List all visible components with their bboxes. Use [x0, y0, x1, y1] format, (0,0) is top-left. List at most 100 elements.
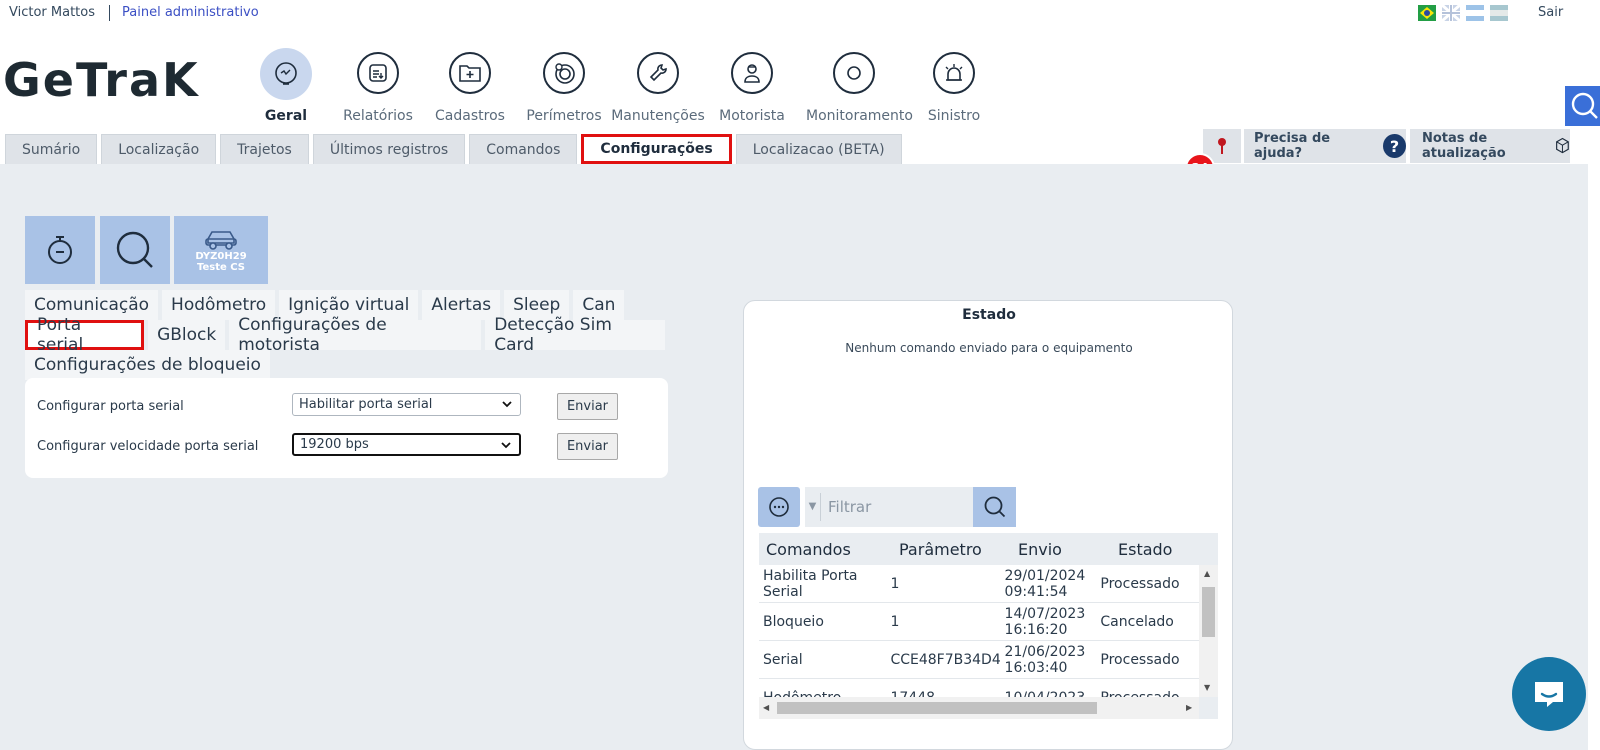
nav-label: Geral — [264, 108, 308, 124]
config-label: Configurar porta serial — [37, 399, 184, 414]
flag-brazil-icon[interactable] — [1418, 5, 1436, 21]
help-label: Precisa de ajuda? — [1254, 131, 1331, 161]
scroll-right-icon[interactable]: ▶ — [1186, 703, 1192, 712]
status-message: Nenhum comando enviado para o equipament… — [845, 341, 1133, 355]
select-value: Habilitar porta serial — [299, 397, 433, 412]
send-button[interactable]: Enviar — [557, 433, 618, 460]
nav-geral[interactable]: Geral — [238, 48, 334, 124]
tab-configuracoes-motorista[interactable]: Configurações de motorista — [229, 315, 482, 355]
table-row[interactable]: Bloqueio 1 14/07/2023 16:16:20 Cancelado — [759, 603, 1199, 641]
config-label: Configurar velocidade porta serial — [37, 439, 259, 454]
table-row[interactable]: Serial CCE48F7B34D4 21/06/2023 16:03:40 … — [759, 641, 1199, 679]
package-icon — [1556, 137, 1569, 154]
cell-comando: Habilita Porta Serial — [763, 567, 858, 600]
cell-estado: Processado — [1100, 651, 1180, 668]
nav-monitoramento[interactable]: Monitoramento — [806, 48, 913, 124]
commands-table: Comandos Parâmetro Envio Estado Habilita… — [759, 533, 1218, 719]
flag-uk-icon[interactable] — [1442, 5, 1460, 21]
nav-cadastros[interactable]: Cadastros — [422, 48, 518, 124]
folder-plus-icon — [449, 52, 491, 94]
vehicle-button[interactable]: DYZ0H29 Teste CS — [174, 216, 268, 284]
side-search-button[interactable] — [1565, 86, 1600, 126]
options-button[interactable] — [758, 487, 800, 527]
filter-caret-icon[interactable]: ▼ — [805, 493, 821, 521]
top-separator — [109, 5, 110, 21]
column-header[interactable]: Envio — [1011, 533, 1111, 565]
help-tab[interactable]: Precisa de ajuda? ? — [1244, 129, 1406, 163]
nav-relatorios[interactable]: Relatórios — [330, 48, 426, 124]
config-tabs-row: Porta serial GBlock Configurações de mot… — [25, 315, 665, 355]
tab-sumario[interactable]: Sumário — [5, 134, 98, 164]
status-title: Estado — [962, 307, 1016, 323]
scroll-thumb[interactable] — [777, 702, 1097, 714]
flag-guatemala-icon[interactable] — [1490, 5, 1508, 21]
scroll-left-icon[interactable]: ◀ — [763, 703, 769, 712]
tab-configuracoes-bloqueio[interactable]: Configurações de bloqueio — [25, 350, 270, 380]
nav-label: Motorista — [719, 108, 785, 124]
nav-label: Cadastros — [435, 108, 505, 124]
nav-label: Relatórios — [343, 108, 413, 124]
cell-envio: 21/06/2023 16:03:40 — [1004, 643, 1086, 676]
getrak-logo-wordmark: GeTraK — [3, 53, 200, 107]
serial-port-select[interactable]: Habilitar porta serial — [292, 393, 521, 416]
cell-estado: Processado — [1100, 575, 1180, 592]
tab-localizacao-beta[interactable]: Localizacao (BETA) — [735, 134, 902, 164]
tab-ultimos-registros[interactable]: Últimos registros — [312, 134, 466, 164]
language-flags — [1418, 5, 1508, 21]
release-notes-tab[interactable]: Notas de atualização — [1410, 129, 1570, 163]
filter-box: ▼ — [805, 487, 973, 527]
serial-speed-select[interactable]: 19200 bps — [292, 433, 521, 456]
more-options-icon — [769, 497, 789, 517]
nav-manutencoes[interactable]: Manutenções — [610, 48, 706, 124]
scroll-up-icon[interactable]: ▲ — [1204, 569, 1210, 578]
tab-localizacao[interactable]: Localização — [101, 134, 217, 164]
pin-icon — [1218, 138, 1226, 154]
car-icon — [205, 231, 237, 250]
logo-text: GeTraK — [3, 58, 200, 102]
scroll-down-icon[interactable]: ▼ — [1204, 683, 1210, 692]
column-header[interactable]: Comandos — [759, 533, 892, 565]
table-row[interactable]: Habilita Porta Serial 1 29/01/2024 09:41… — [759, 565, 1199, 603]
search-icon — [984, 496, 1005, 518]
nav-label: Perímetros — [526, 108, 602, 124]
select-value: 19200 bps — [300, 437, 369, 452]
timer-button[interactable] — [25, 216, 95, 284]
vertical-scrollbar[interactable]: ▲ ▼ — [1199, 565, 1218, 697]
scroll-thumb[interactable] — [1202, 587, 1215, 637]
filter-input[interactable] — [821, 498, 961, 516]
nav-label: Sinistro — [927, 108, 981, 124]
tab-comandos[interactable]: Comandos — [469, 134, 578, 164]
column-header[interactable]: Parâmetro — [892, 533, 1011, 565]
content-area: DYZ0H29 Teste CS Comunicação Hodômetro I… — [0, 164, 1588, 750]
tab-porta-serial[interactable]: Porta serial — [25, 315, 145, 355]
cell-envio: 10/04/2023 — [1001, 679, 1097, 698]
tab-trajetos[interactable]: Trajetos — [220, 134, 309, 164]
perimeter-icon — [543, 52, 585, 94]
tab-configuracoes[interactable]: Configurações — [581, 134, 732, 164]
getrak-logo: GeTraK — [3, 53, 239, 113]
nav-sinistro[interactable]: Sinistro — [906, 48, 1002, 124]
table-row[interactable]: Hodômetro 17448 10/04/2023 Processado — [759, 679, 1199, 698]
nav-perimetros[interactable]: Perímetros — [516, 48, 612, 124]
monitor-icon — [260, 48, 312, 100]
cell-comando: Hodômetro — [759, 679, 886, 698]
logout-link[interactable]: Sair — [1538, 5, 1563, 20]
top-bar: Victor Mattos Painel administrativo Sair — [0, 0, 1600, 28]
table-body: Habilita Porta Serial 1 29/01/2024 09:41… — [759, 565, 1199, 697]
chat-button[interactable] — [1512, 657, 1586, 731]
vehicle-name: Teste CS — [197, 262, 245, 273]
nav-motorista[interactable]: Motorista — [704, 48, 800, 124]
monitoring-icon — [833, 52, 875, 94]
send-button[interactable]: Enviar — [557, 393, 618, 420]
column-header[interactable]: Estado — [1111, 533, 1218, 565]
filter-search-button[interactable] — [973, 487, 1016, 527]
page-scrollbar[interactable] — [1588, 164, 1600, 750]
config-tabs: Comunicação Hodômetro Ignição virtual Al… — [25, 290, 665, 380]
tab-deteccao-sim-card[interactable]: Detecção Sim Card — [485, 315, 665, 355]
admin-panel-link[interactable]: Painel administrativo — [122, 5, 259, 20]
tab-gblock[interactable]: GBlock — [148, 320, 226, 350]
nav-label: Manutenções — [611, 108, 705, 124]
flag-argentina-icon[interactable] — [1466, 5, 1484, 21]
horizontal-scrollbar[interactable]: ◀ ▶ — [759, 697, 1199, 719]
search-vehicle-button[interactable] — [100, 216, 170, 284]
